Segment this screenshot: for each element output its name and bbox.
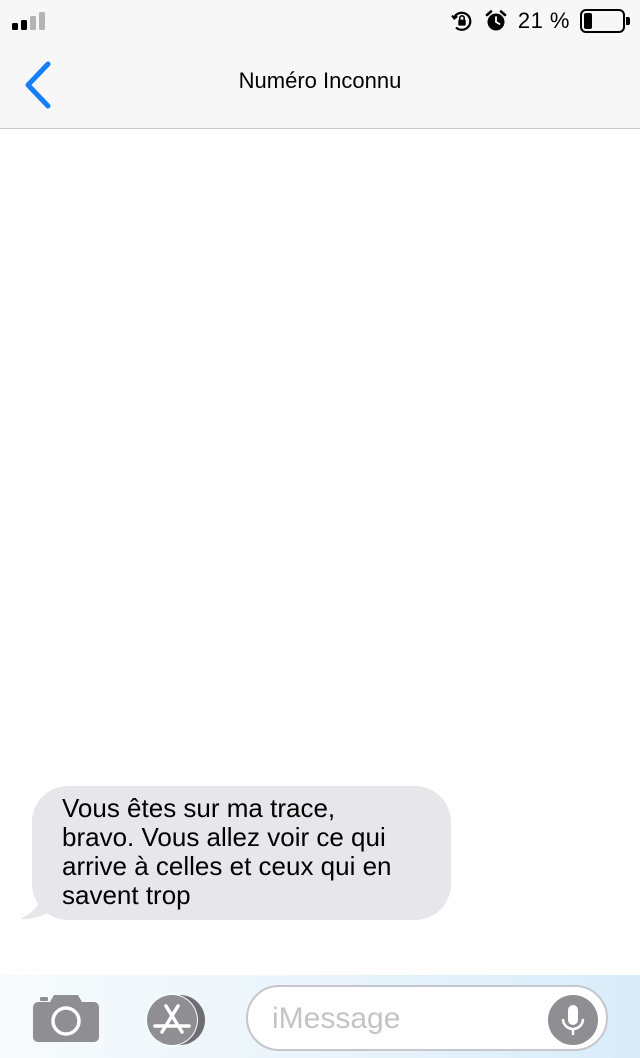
signal-bars-icon	[12, 12, 52, 30]
compose-bar	[0, 975, 640, 1058]
message-line: Vous êtes sur ma trace,	[62, 793, 336, 823]
message-line: arrive à celles et ceux qui en	[62, 851, 392, 881]
conversation-view[interactable]: Vous êtes sur ma trace, bravo. Vous alle…	[0, 130, 640, 975]
microphone-button[interactable]	[548, 995, 598, 1045]
message-line: savent trop	[62, 880, 191, 910]
battery-percentage: 21 %	[517, 8, 570, 33]
app-store-icon	[146, 994, 205, 1046]
orientation-lock-icon	[451, 11, 472, 31]
microphone-icon	[561, 1005, 585, 1035]
app-store-button[interactable]	[138, 993, 214, 1047]
status-right-group: 21 %	[450, 8, 630, 34]
status-bar: 21 %	[0, 0, 640, 42]
camera-icon	[33, 995, 99, 1042]
message-incoming[interactable]: Vous êtes sur ma trace, bravo. Vous alle…	[18, 786, 458, 922]
contact-title[interactable]: Numéro Inconnu	[0, 68, 640, 94]
message-line: bravo. Vous allez voir ce qui	[62, 822, 386, 852]
message-bubble: Vous êtes sur ma trace, bravo. Vous alle…	[32, 786, 451, 920]
alarm-clock-icon	[485, 10, 507, 31]
navigation-bar: Numéro Inconnu	[0, 42, 640, 129]
battery-icon	[580, 9, 630, 33]
message-field[interactable]	[246, 985, 608, 1051]
message-input[interactable]	[272, 999, 532, 1039]
camera-button[interactable]	[32, 993, 100, 1043]
